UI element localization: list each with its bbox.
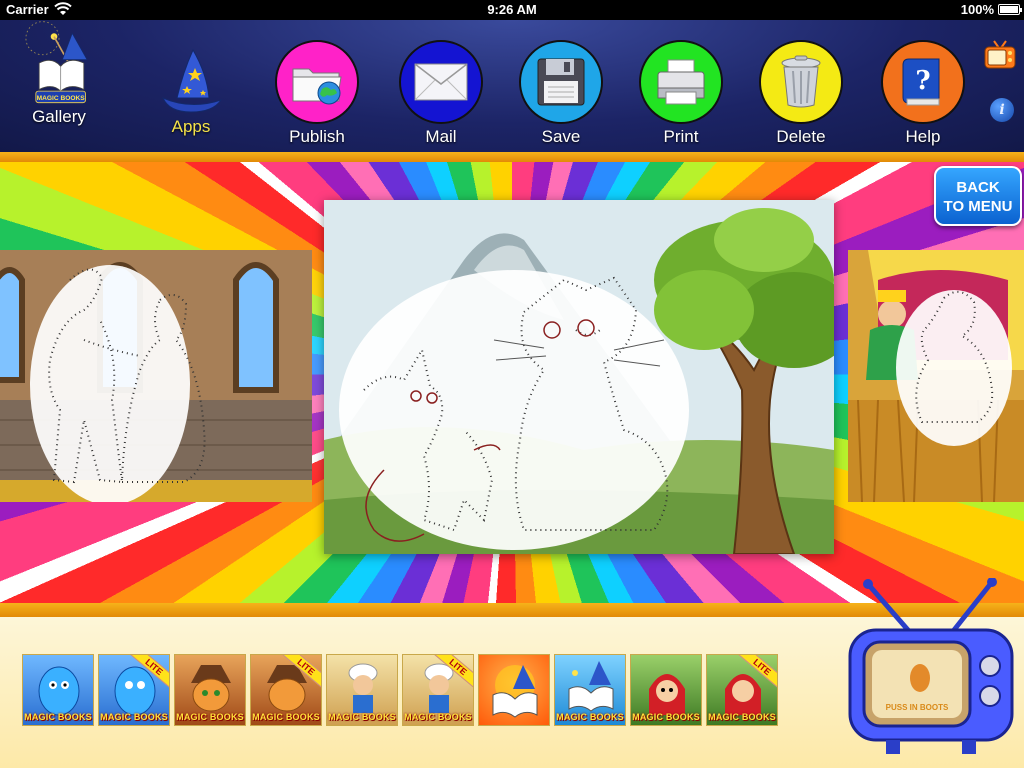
save-circle <box>519 40 603 124</box>
tv-screen-text: PUSS IN BOOTS <box>886 703 949 712</box>
app-tile[interactable]: MAGIC BOOKS <box>174 654 246 726</box>
magic-book-wand-icon: MAGIC BOOKS <box>25 21 88 104</box>
app-tile-label: MAGIC BOOKS <box>24 712 92 722</box>
help-button[interactable]: ? Help <box>878 40 968 147</box>
question-book-icon: ? <box>902 58 940 106</box>
app-tile[interactable]: LITE MAGIC BOOKS <box>706 654 778 726</box>
app-tile[interactable]: MAGIC BOOKS <box>326 654 398 726</box>
trash-can-icon <box>781 55 821 108</box>
app-tile-label: MAGIC BOOKS <box>176 712 244 722</box>
app-tile-label: MAGIC BOOKS <box>556 712 624 722</box>
app-tile[interactable]: LITE MAGIC BOOKS <box>98 654 170 726</box>
magic-books-logo-text: MAGIC BOOKS <box>37 95 86 102</box>
wizard-hat-icon <box>162 48 223 113</box>
mail-circle <box>399 40 483 124</box>
print-button[interactable]: Print <box>636 40 726 147</box>
publish-label: Publish <box>289 127 345 146</box>
help-label: Help <box>905 127 941 146</box>
delete-button[interactable]: Delete <box>756 40 846 147</box>
folder-globe-icon <box>292 68 342 105</box>
page-thumb-current[interactable] <box>324 200 834 554</box>
svg-text:?: ? <box>915 66 930 96</box>
apps-row: MAGIC BOOKS LITE MAGIC BOOKS MAGIC BOOKS… <box>22 654 778 726</box>
retro-tv-icon[interactable]: PUSS IN BOOTS <box>846 578 1016 760</box>
app-tile-label: MAGIC BOOKS <box>328 712 396 722</box>
delete-circle <box>759 40 843 124</box>
status-bar: Carrier 9:26 AM 100% <box>0 0 1024 20</box>
page-thumb-next[interactable] <box>848 250 1024 502</box>
save-label: Save <box>541 127 581 146</box>
back-label-line1: BACK <box>956 179 1000 196</box>
app-tile[interactable]: LITE MAGIC BOOKS <box>402 654 474 726</box>
app-tile[interactable]: MAGIC BOOKS <box>630 654 702 726</box>
printer-icon <box>657 59 705 105</box>
envelope-icon <box>414 63 468 101</box>
apps-label: Apps <box>171 117 211 136</box>
clock: 9:26 AM <box>487 2 537 17</box>
app-tile[interactable]: MAGIC BOOKS <box>554 654 626 726</box>
back-label-line2: TO MENU <box>943 198 1013 215</box>
app-tile-label: MAGIC BOOKS <box>404 712 472 722</box>
king-wheat-illustration <box>848 250 1024 502</box>
app-tile[interactable]: LITE MAGIC BOOKS <box>250 654 322 726</box>
app-tile[interactable]: MAGIC BOOKS <box>22 654 94 726</box>
save-button[interactable]: Save <box>516 40 606 147</box>
info-icon: i <box>999 102 1005 118</box>
battery-percent: 100% <box>960 2 994 17</box>
app-tile[interactable] <box>478 654 550 726</box>
page-carousel[interactable] <box>0 162 1024 605</box>
toolbar-divider <box>0 152 1024 162</box>
publish-button[interactable]: Publish <box>272 40 362 147</box>
info-button[interactable]: i <box>990 98 1014 122</box>
toolbar: MAGIC BOOKS Gallery Apps Publish Mail Sa… <box>0 20 1024 154</box>
page-thumb-previous[interactable] <box>0 250 312 502</box>
gallery-button[interactable]: MAGIC BOOKS Gallery <box>14 20 104 127</box>
delete-label: Delete <box>776 127 826 146</box>
print-label: Print <box>663 127 699 146</box>
mail-button[interactable]: Mail <box>396 40 486 147</box>
gallery-label: Gallery <box>32 107 86 126</box>
retro-tv-icon[interactable] <box>984 40 1016 70</box>
publish-circle <box>275 40 359 124</box>
mail-label: Mail <box>425 127 457 146</box>
app-tile-label: MAGIC BOOKS <box>100 712 168 722</box>
app-tile-label: MAGIC BOOKS <box>252 712 320 722</box>
print-circle <box>639 40 723 124</box>
cat-mouse-illustration <box>324 200 834 554</box>
app-tile-label: MAGIC BOOKS <box>632 712 700 722</box>
help-circle: ? <box>881 40 965 124</box>
apps-button[interactable]: Apps <box>146 46 236 137</box>
app-tile-label: MAGIC BOOKS <box>708 712 776 722</box>
floppy-disk-icon <box>537 58 585 106</box>
battery-icon <box>998 4 1022 15</box>
magic-book-wand-icon <box>492 665 538 718</box>
prince-princess-illustration <box>0 250 312 502</box>
back-to-menu-button[interactable]: BACK TO MENU <box>934 166 1022 226</box>
